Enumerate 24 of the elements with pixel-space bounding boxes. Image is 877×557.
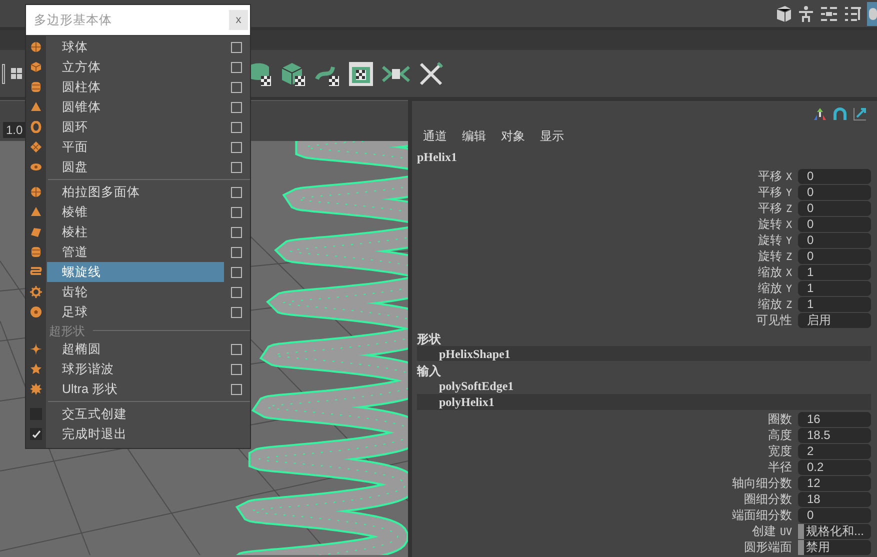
- attribute-label: 圆形端面: [743, 539, 792, 556]
- attribute-label: 端面细分数: [731, 507, 792, 524]
- attribute-label: 平移 Y: [756, 184, 792, 201]
- attribute-label: 高度: [767, 427, 792, 444]
- object-name: pHelix1: [417, 149, 458, 166]
- section-label: 超形状: [49, 322, 85, 340]
- attribute-label: 平移 X: [756, 168, 792, 185]
- section-heading: 输入: [417, 363, 442, 378]
- attribute-label: 圈数: [767, 411, 792, 428]
- attribute-label: 宽度: [767, 443, 792, 460]
- section-heading: 形状: [417, 331, 442, 346]
- menu-title: 多边形基本体: [34, 12, 112, 29]
- attribute-label: 轴向细分数: [731, 475, 792, 492]
- attribute-label: 旋转 X: [756, 216, 792, 233]
- attribute-label: 创建 UV: [750, 523, 792, 540]
- attribute-label: 缩放 Z: [756, 296, 792, 313]
- attribute-label: 半径: [767, 459, 792, 476]
- attribute-label: 平移 Z: [756, 200, 792, 217]
- attribute-label: 可见性: [755, 312, 792, 329]
- attribute-label: 旋转 Z: [756, 248, 792, 265]
- attribute-label: 旋转 Y: [756, 232, 792, 249]
- attribute-label: 缩放 Y: [756, 280, 792, 297]
- attribute-label: 圈细分数: [743, 491, 792, 508]
- attribute-label: 缩放 X: [756, 264, 792, 281]
